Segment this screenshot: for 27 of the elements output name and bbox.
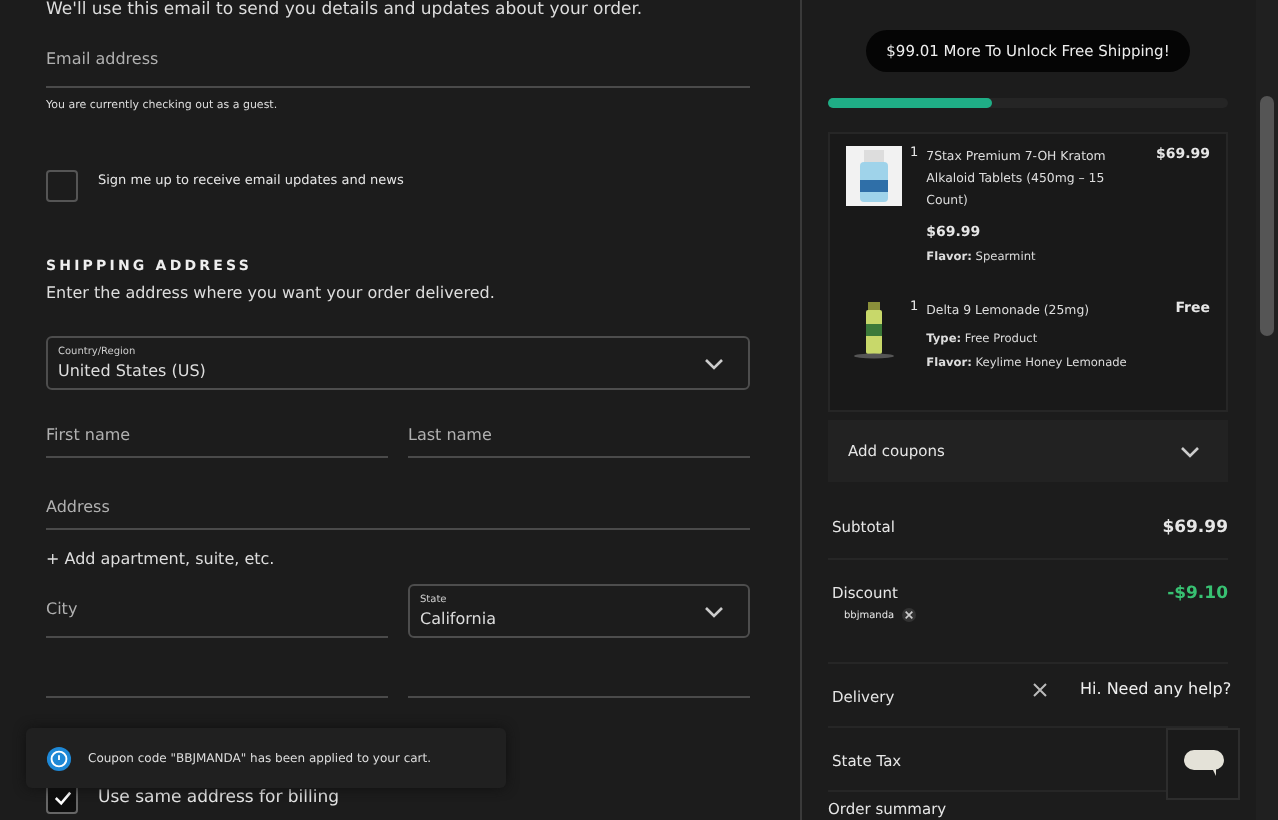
check-icon — [53, 790, 71, 806]
chat-button[interactable] — [1166, 728, 1240, 800]
product-image — [846, 146, 902, 206]
input-field[interactable]: City — [46, 600, 388, 638]
chat-bubble-icon — [1183, 750, 1223, 778]
scrollbar-thumb[interactable] — [1260, 96, 1274, 336]
input-field[interactable]: Last name — [408, 426, 750, 458]
checkbox-label: Use same address for billing — [98, 788, 340, 808]
chevron-icon — [704, 357, 724, 369]
remove-icon[interactable] — [902, 608, 917, 622]
input-field[interactable]: Address — [46, 498, 750, 530]
chevron-icon — [704, 605, 724, 617]
input-field[interactable]: Email address — [46, 50, 750, 88]
chat-prompt: Hi. Need any help? — [1080, 680, 1232, 698]
scrollbar[interactable] — [1256, 0, 1278, 820]
field-value: California — [420, 610, 496, 628]
input-field[interactable]: First name — [46, 426, 388, 458]
chevron-icon — [1180, 445, 1200, 457]
total-value: $69.99 — [1162, 518, 1228, 538]
field-value: United States (US) — [58, 362, 206, 380]
checkbox[interactable] — [46, 170, 78, 202]
info-icon — [46, 745, 72, 771]
section-subtext: Enter the address where you want your order delivered. — [46, 284, 497, 302]
total-value: -$9.10 — [1167, 584, 1228, 604]
close-icon[interactable] — [1032, 681, 1048, 697]
add-apartment-link[interactable]: + Add apartment, suite, etc. — [46, 550, 750, 568]
intro-text: We'll use this email to send you details and updates about your order. — [46, 0, 645, 20]
